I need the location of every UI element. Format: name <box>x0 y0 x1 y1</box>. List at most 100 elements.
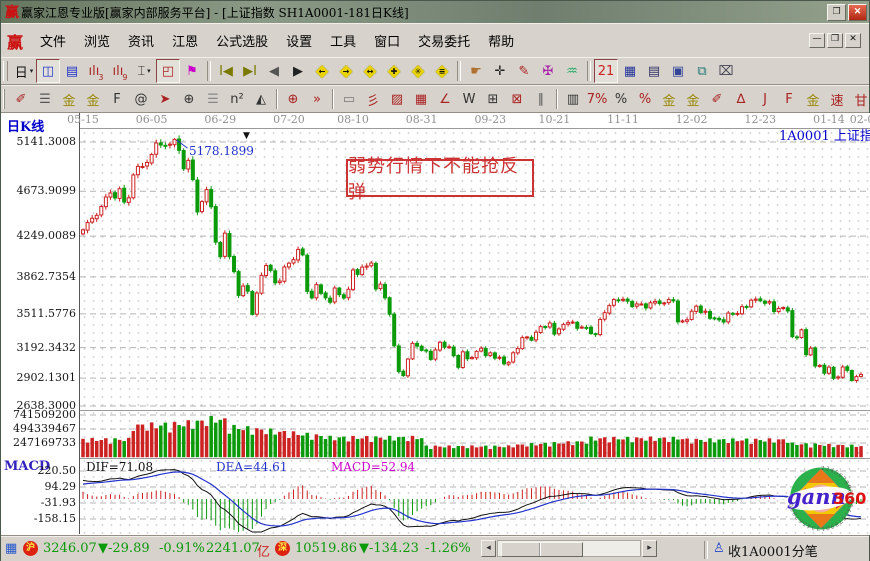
brush-icon[interactable]: ✐ <box>9 87 33 111</box>
angle-tool-icon[interactable]: ✎ <box>512 59 536 83</box>
box-grid-icon[interactable]: ▦ <box>409 87 433 111</box>
wave-lines-icon[interactable]: W <box>457 87 481 111</box>
gann-angle-icon[interactable]: 甘 <box>849 87 869 111</box>
app-logo-icon: 赢 <box>3 2 21 22</box>
restore-button[interactable]: ❐ <box>827 4 846 21</box>
hand-tool-icon[interactable]: ☛ <box>464 59 488 83</box>
matrix-red-icon[interactable]: ⊠ <box>505 87 529 111</box>
circle-grid-icon[interactable]: ⊕ <box>177 87 201 111</box>
tick-data-label[interactable]: 收1A0001分笔 <box>728 541 818 560</box>
mdi-close-button[interactable]: ✕ <box>845 33 861 48</box>
toolbar-grip <box>3 89 5 109</box>
gann360-logo: gann 360 23456789012345678901234567890 <box>775 465 867 532</box>
mdi-restore-button[interactable]: ❐ <box>827 33 843 48</box>
volume-3-icon[interactable]: ılı3 <box>84 59 108 83</box>
sync-icon[interactable]: ⧉ <box>690 59 714 83</box>
kline-view-icon[interactable]: ◫ <box>36 59 60 83</box>
gann-nav-left-icon[interactable]: ◆← <box>310 59 334 83</box>
fan-box-icon[interactable]: ▨ <box>385 87 409 111</box>
gold-grid2-icon[interactable]: 金 <box>81 87 105 111</box>
menu-item-6[interactable]: 工具 <box>321 29 365 52</box>
percent-table-icon[interactable]: ▥ <box>561 87 585 111</box>
wave-tool-icon[interactable]: ♒ <box>560 59 584 83</box>
scrollbar-thumb[interactable] <box>501 542 583 557</box>
fibo-grid-icon[interactable]: F <box>105 87 129 111</box>
f-line-icon[interactable]: F <box>777 87 801 111</box>
goto-last-icon[interactable]: ▶Ι <box>238 59 262 83</box>
gold-line-icon[interactable]: 金 <box>681 87 705 111</box>
period-day-dropdown[interactable]: 日▾ <box>12 59 36 83</box>
rocket-icon[interactable]: ➤ <box>153 87 177 111</box>
fan-lines-icon[interactable]: 彡 <box>361 87 385 111</box>
volume-9-icon[interactable]: ılı9 <box>108 59 132 83</box>
calendar-icon[interactable]: 21 <box>594 59 618 83</box>
percent-icon[interactable]: % <box>609 87 633 111</box>
menu-item-7[interactable]: 窗口 <box>365 29 409 52</box>
parallel-icon[interactable]: ∥ <box>529 87 553 111</box>
speed-line-icon[interactable]: 速 <box>825 87 849 111</box>
close-button[interactable]: ✕ <box>848 4 867 21</box>
menu-item-2[interactable]: 资讯 <box>119 29 163 52</box>
gann-nav-all-icon[interactable]: ◆✳ <box>406 59 430 83</box>
gold-circle-icon[interactable]: 金 <box>657 87 681 111</box>
remote-icon[interactable]: ⌧ <box>714 59 738 83</box>
compass-icon[interactable]: ⊕ <box>281 87 305 111</box>
title-bar: 赢 赢家江恩专业版[赢家内部服务平台] - [上证指数 SH1A0001-181… <box>1 1 869 23</box>
angle-fan-icon[interactable]: ∠ <box>433 87 457 111</box>
shenzhen-badge-icon: 深 <box>275 541 290 556</box>
page-left-icon[interactable]: ◀ <box>262 59 286 83</box>
gann-nav-right-icon[interactable]: ◆→ <box>334 59 358 83</box>
toolbar-separator <box>587 61 591 81</box>
market-grid-icon[interactable]: ▦ <box>5 541 17 556</box>
grid-tool-icon[interactable]: ☰ <box>33 87 57 111</box>
gold-grid-icon[interactable]: 金 <box>57 87 81 111</box>
hatch-icon[interactable]: ☰ <box>201 87 225 111</box>
menu-item-9[interactable]: 帮助 <box>479 29 523 52</box>
menu-item-5[interactable]: 设置 <box>277 29 321 52</box>
a-line-icon[interactable]: ◭ <box>249 87 273 111</box>
sh-index-value: 3246.07 <box>43 541 97 556</box>
menu-item-3[interactable]: 江恩 <box>163 29 207 52</box>
gold-angle-icon[interactable]: 金 <box>801 87 825 111</box>
gann-nav-lr-icon[interactable]: ◆↔ <box>358 59 382 83</box>
scrollbar-track[interactable] <box>497 540 641 557</box>
scrollbar-right-button[interactable]: ▸ <box>642 540 657 557</box>
line-style-dropdown[interactable]: ⌶▾ <box>132 59 156 83</box>
menu-logo-icon: 赢 <box>7 29 23 53</box>
n2-icon[interactable]: n² <box>225 87 249 111</box>
menu-item-0[interactable]: 文件 <box>31 29 75 52</box>
goto-first-icon[interactable]: Ι◀ <box>214 59 238 83</box>
info-f10-icon[interactable]: ▤ <box>60 59 84 83</box>
window-title: 赢家江恩专业版[赢家内部服务平台] - [上证指数 SH1A0001-181日K… <box>21 4 825 21</box>
notes-icon[interactable]: ▤ <box>642 59 666 83</box>
calculator-icon[interactable]: ▦ <box>618 59 642 83</box>
gann-nav-eq-icon[interactable]: ◆≡ <box>430 59 454 83</box>
menu-item-4[interactable]: 公式选股 <box>207 29 277 52</box>
crosshair-tool-icon[interactable]: ✛ <box>488 59 512 83</box>
wave-a-icon[interactable]: ∆ <box>729 87 753 111</box>
statusbar-divider <box>704 541 708 559</box>
more-icon[interactable]: » <box>305 87 329 111</box>
annotation-box[interactable]: 弱势行情下不能抢反弹 <box>346 159 534 197</box>
save-icon[interactable]: ▣ <box>666 59 690 83</box>
page-right-icon[interactable]: ▶ <box>286 59 310 83</box>
j-line-icon[interactable]: J <box>753 87 777 111</box>
percent-gold-icon[interactable]: % <box>633 87 657 111</box>
matrix-icon[interactable]: ⊞ <box>481 87 505 111</box>
kline-window-icon[interactable]: ◰ <box>156 59 180 83</box>
toolbar-separator <box>332 89 334 109</box>
percent-line-icon[interactable]: 7% <box>585 87 609 111</box>
spiral-icon[interactable]: @ <box>129 87 153 111</box>
gann-nav-cross-icon[interactable]: ◆✚ <box>382 59 406 83</box>
sh-amount-unit: 亿 <box>257 541 270 560</box>
color-flag-icon[interactable]: ⚑ <box>180 59 204 83</box>
mdi-minimize-button[interactable]: — <box>809 33 825 48</box>
rect-tool-icon[interactable]: ▭ <box>337 87 361 111</box>
ticker-icon: ♙ <box>713 541 725 556</box>
menu-item-1[interactable]: 浏览 <box>75 29 119 52</box>
toolbar-main: 日▾◫▤ılı3ılı9⌶▾◰⚑Ι◀▶Ι◀▶◆←◆→◆↔◆✚◆✳◆≡☛✛✎✠♒2… <box>1 57 869 85</box>
ink-icon[interactable]: ✐ <box>705 87 729 111</box>
gann-square-tool-icon[interactable]: ✠ <box>536 59 560 83</box>
menu-item-8[interactable]: 交易委托 <box>409 29 479 52</box>
scrollbar-left-button[interactable]: ◂ <box>481 540 496 557</box>
